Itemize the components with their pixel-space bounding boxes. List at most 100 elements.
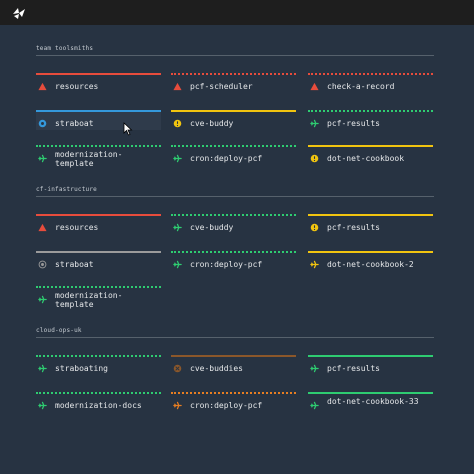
airplane-icon xyxy=(173,223,182,232)
pipeline-card[interactable]: cron:deploy-pcf xyxy=(171,145,296,165)
pipeline-status-bar xyxy=(36,392,161,394)
airplane-icon xyxy=(38,295,47,304)
airplane-icon xyxy=(173,401,182,410)
pipeline-status-bar xyxy=(36,145,161,147)
pipeline-card[interactable]: cve-buddy xyxy=(171,110,296,130)
pipeline-status-bar xyxy=(171,73,296,75)
pending-clock-icon xyxy=(173,119,182,128)
pipeline-name[interactable]: modernization-template xyxy=(55,150,155,168)
pipeline-status-bar xyxy=(308,355,433,357)
pipeline-name[interactable]: straboat xyxy=(55,119,94,128)
pipeline-card[interactable]: pcf-scheduler xyxy=(171,73,296,93)
pipeline-name[interactable]: pcf-scheduler xyxy=(190,82,253,91)
pipeline-card[interactable]: modernization-template xyxy=(36,286,161,309)
pipeline-name[interactable]: straboat xyxy=(55,260,94,269)
pipeline-name[interactable]: resources xyxy=(55,82,98,91)
pipeline-status-bar xyxy=(171,355,296,357)
pipeline-card[interactable]: cve-buddies xyxy=(171,355,296,375)
pipeline-status-bar xyxy=(36,73,161,75)
pipeline-card[interactable]: straboat xyxy=(36,110,161,130)
team-divider xyxy=(36,55,434,56)
team-section: team toolsmiths xyxy=(36,45,434,56)
pipeline-status-bar xyxy=(36,214,161,216)
pipeline-card[interactable]: pcf-results xyxy=(308,214,433,234)
pipeline-name[interactable]: pcf-results xyxy=(327,364,380,373)
pipeline-card[interactable]: dot-net-cookbook-2 xyxy=(308,251,433,271)
pipeline-card[interactable]: dot-net-cookbook xyxy=(308,145,433,165)
pipeline-name[interactable]: modernization-template xyxy=(55,291,155,309)
failed-triangle-icon xyxy=(310,82,319,91)
airplane-icon xyxy=(310,260,319,269)
pipeline-name[interactable]: straboating xyxy=(55,364,108,373)
pipeline-name[interactable]: cve-buddy xyxy=(190,223,233,232)
airplane-icon xyxy=(173,154,182,163)
pipeline-status-bar xyxy=(171,251,296,253)
airplane-icon xyxy=(38,401,47,410)
pipeline-card[interactable]: resources xyxy=(36,214,161,234)
pipeline-card[interactable]: pcf-results xyxy=(308,355,433,375)
team-section: cloud-ops-uk xyxy=(36,327,434,338)
airplane-icon xyxy=(38,364,47,373)
pipeline-status-bar xyxy=(36,110,161,112)
concourse-logo-icon[interactable] xyxy=(11,5,27,21)
pipeline-name[interactable]: dot-net-cookbook-2 xyxy=(327,260,414,269)
failed-triangle-icon xyxy=(173,82,182,91)
pipeline-card[interactable]: straboat xyxy=(36,251,161,271)
pipeline-status-bar xyxy=(171,214,296,216)
pipeline-name[interactable]: modernization-docs xyxy=(55,401,142,410)
top-bar xyxy=(0,0,474,25)
pipeline-status-bar xyxy=(308,251,433,253)
team-divider xyxy=(36,337,434,338)
pipeline-card[interactable]: cron:deploy-pcf xyxy=(171,251,296,271)
pipeline-name[interactable]: check-a-record xyxy=(327,82,394,91)
pipeline-name[interactable]: cve-buddies xyxy=(190,364,243,373)
pipeline-status-bar xyxy=(308,73,433,75)
pipeline-status-bar xyxy=(171,145,296,147)
team-name: cf-infastructure xyxy=(36,186,97,193)
team-name: cloud-ops-uk xyxy=(36,327,82,334)
pending-clock-icon xyxy=(310,223,319,232)
pipeline-name[interactable]: pcf-results xyxy=(327,223,380,232)
pipeline-card[interactable]: modernization-template xyxy=(36,145,161,168)
pipeline-name[interactable]: cron:deploy-pcf xyxy=(190,260,262,269)
pipeline-status-bar xyxy=(308,214,433,216)
pipeline-status-bar xyxy=(171,392,296,394)
pipeline-name[interactable]: dot-net-cookbook xyxy=(327,154,404,163)
pending-icon xyxy=(38,260,47,269)
pipeline-status-bar xyxy=(36,286,161,288)
pipeline-name[interactable]: cron:deploy-pcf xyxy=(190,154,262,163)
airplane-icon xyxy=(310,364,319,373)
pipeline-name[interactable]: dot-net-cookbook-33 xyxy=(327,397,427,406)
pipeline-status-bar xyxy=(308,110,433,112)
pipeline-status-bar xyxy=(36,355,161,357)
pipeline-name[interactable]: cron:deploy-pcf xyxy=(190,401,262,410)
paused-icon xyxy=(38,119,47,128)
pipeline-card[interactable]: check-a-record xyxy=(308,73,433,93)
aborted-icon xyxy=(173,364,182,373)
airplane-icon xyxy=(310,119,319,128)
pipeline-name[interactable]: cve-buddy xyxy=(190,119,233,128)
pipeline-status-bar xyxy=(308,392,433,394)
pipeline-card[interactable]: resources xyxy=(36,73,161,93)
pipeline-card[interactable]: pcf-results xyxy=(308,110,433,130)
team-name: team toolsmiths xyxy=(36,45,94,52)
pipeline-status-bar xyxy=(36,251,161,253)
pipeline-name[interactable]: resources xyxy=(55,223,98,232)
airplane-icon xyxy=(38,154,47,163)
pipeline-card[interactable]: dot-net-cookbook-33 xyxy=(308,392,433,412)
team-divider xyxy=(36,196,434,197)
failed-triangle-icon xyxy=(38,223,47,232)
airplane-icon xyxy=(310,401,319,410)
pipeline-card[interactable]: modernization-docs xyxy=(36,392,161,412)
pipeline-name[interactable]: pcf-results xyxy=(327,119,380,128)
failed-triangle-icon xyxy=(38,82,47,91)
pipeline-card[interactable]: straboating xyxy=(36,355,161,375)
pipeline-status-bar xyxy=(308,145,433,147)
pipeline-status-bar xyxy=(171,110,296,112)
airplane-icon xyxy=(173,260,182,269)
team-section: cf-infastructure xyxy=(36,186,434,197)
mouse-cursor-icon xyxy=(123,122,133,136)
pipeline-card[interactable]: cron:deploy-pcf xyxy=(171,392,296,412)
pending-clock-icon xyxy=(310,154,319,163)
pipeline-card[interactable]: cve-buddy xyxy=(171,214,296,234)
